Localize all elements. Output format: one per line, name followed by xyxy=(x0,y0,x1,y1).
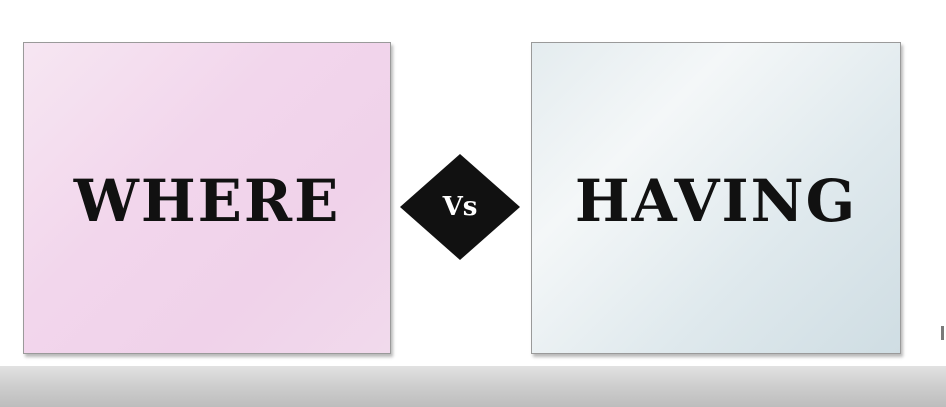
where-label: WHERE xyxy=(73,167,341,235)
vs-label: Vs xyxy=(442,192,478,222)
having-label: HAVING xyxy=(574,167,858,235)
vs-diamond: Vs xyxy=(400,154,520,260)
where-card: WHERE xyxy=(23,42,391,354)
edge-mark xyxy=(941,326,944,340)
bottom-bar xyxy=(0,366,946,407)
comparison-slide: WHERE Vs HAVING xyxy=(0,0,946,407)
having-card: HAVING xyxy=(531,42,901,354)
